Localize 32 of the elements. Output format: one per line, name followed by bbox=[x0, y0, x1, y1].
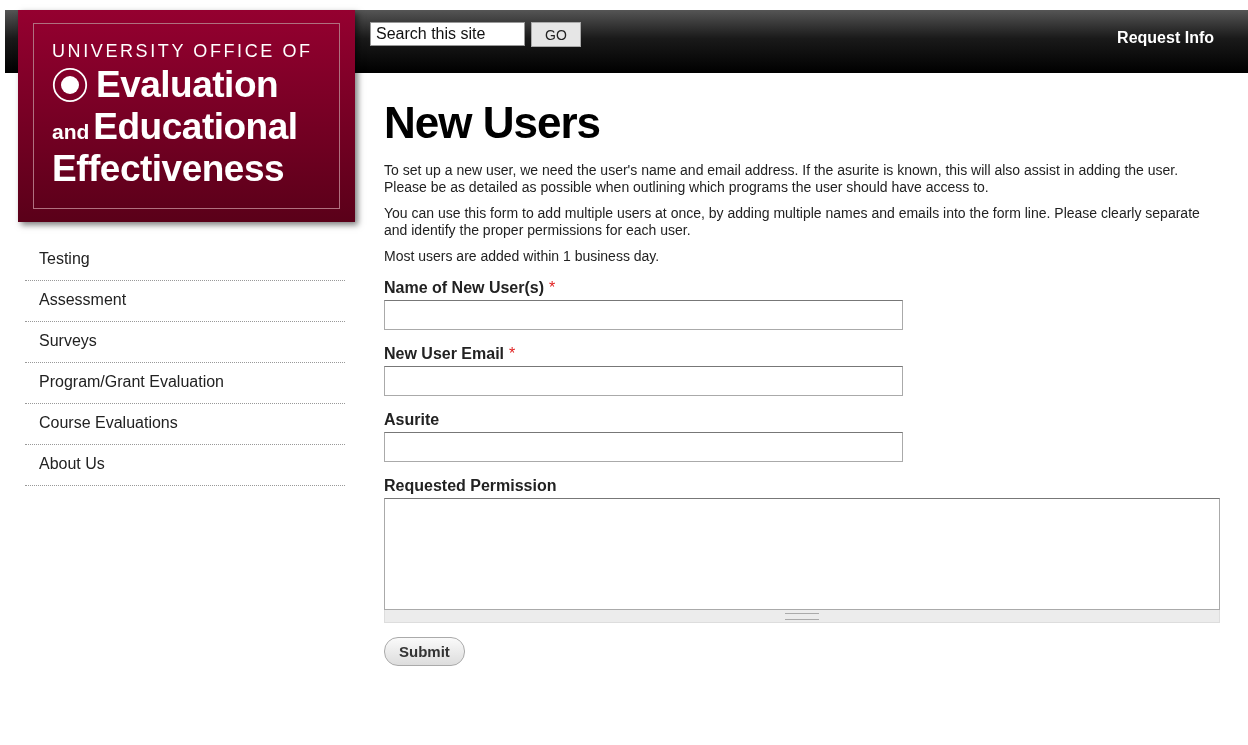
text-field[interactable] bbox=[384, 432, 903, 462]
logo-wordmark: and bbox=[52, 120, 90, 144]
field-label: Requested Permission bbox=[384, 477, 557, 494]
field-label: Asurite bbox=[384, 411, 440, 428]
sidebar-link[interactable]: Program/Grant Evaluation bbox=[25, 363, 345, 404]
logo-overline: UNIVERSITY OFFICE OF bbox=[52, 41, 314, 62]
logo-wordmark: Educational bbox=[93, 106, 298, 148]
paragraph: You can use this form to add multiple users at once, by adding multiple names and emails into the form line. Please clearly separate and identify the proper permissions for each user. bbox=[384, 205, 1201, 239]
resize-grip[interactable] bbox=[384, 610, 1220, 623]
text-field[interactable] bbox=[384, 366, 903, 396]
text-area[interactable] bbox=[384, 498, 1220, 610]
paragraph: To set up a new user, we need the user's name and email address. If the asurite is known, this will also assist in adding the user. Please be as detailed as possible when outlining which programs the user should have access to. bbox=[384, 162, 1180, 196]
sidebar-link[interactable]: Surveys bbox=[25, 322, 345, 363]
request-info-link[interactable]: Request Info bbox=[1117, 29, 1214, 47]
go-button[interactable]: GO bbox=[531, 22, 581, 47]
sidebar-link[interactable]: About Us bbox=[25, 445, 345, 486]
field-label: Name of New User(s) bbox=[384, 279, 545, 296]
paragraph: Most users are added within 1 business day. bbox=[384, 248, 661, 265]
field-label: New User Email bbox=[384, 345, 505, 362]
ring-icon bbox=[52, 67, 88, 103]
sidebar-link[interactable]: Course Evaluations bbox=[25, 404, 345, 445]
required-mark: * bbox=[509, 345, 516, 362]
logo-wordmark: Evaluation bbox=[96, 64, 279, 106]
page-title: New Users bbox=[384, 98, 601, 148]
required-mark: * bbox=[549, 279, 556, 296]
sidebar-link[interactable]: Assessment bbox=[25, 281, 345, 322]
grip-icon bbox=[785, 612, 819, 620]
text-field[interactable] bbox=[384, 300, 903, 330]
sidebar-link[interactable]: Testing bbox=[25, 240, 345, 281]
logo-wordmark: Effectiveness bbox=[52, 148, 285, 190]
search-field[interactable]: Search this site bbox=[370, 22, 525, 46]
submit-button[interactable]: Submit bbox=[384, 637, 465, 666]
